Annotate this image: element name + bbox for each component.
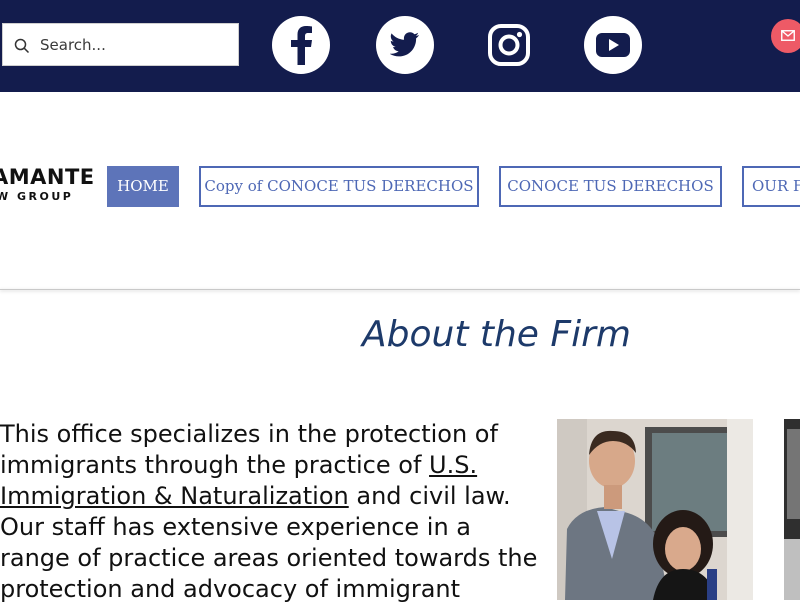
nav-home[interactable]: HOME bbox=[107, 166, 179, 207]
about-paragraph: This office specializes in the protectio… bbox=[0, 419, 540, 605]
nav-conoce-tus-derechos[interactable]: CONOCE TUS DERECHOS bbox=[499, 166, 722, 207]
top-bar bbox=[0, 0, 800, 92]
nav-copy-conoce-tus-derechos[interactable]: Copy of CONOCE TUS DERECHOS bbox=[199, 166, 479, 207]
search-icon bbox=[14, 38, 30, 54]
staff-photo-2-image bbox=[784, 419, 800, 600]
twitter-icon bbox=[390, 32, 419, 57]
search-box[interactable] bbox=[2, 23, 239, 66]
instagram-icon bbox=[488, 24, 530, 66]
staff-photo bbox=[557, 419, 753, 600]
about-text-part1: This office specializes in the protectio… bbox=[0, 420, 498, 479]
nav-our-firm[interactable]: OUR F bbox=[742, 166, 800, 207]
staff-photo-2 bbox=[784, 419, 800, 600]
mail-icon bbox=[781, 30, 795, 41]
twitter-link[interactable] bbox=[376, 16, 434, 74]
search-input[interactable] bbox=[40, 32, 230, 58]
facebook-icon bbox=[291, 26, 312, 65]
mail-button[interactable] bbox=[771, 19, 800, 53]
page-title: About the Firm bbox=[362, 314, 631, 355]
youtube-link[interactable] bbox=[584, 16, 642, 74]
facebook-link[interactable] bbox=[272, 16, 330, 74]
staff-photo-image bbox=[557, 419, 753, 600]
logo-wordmark[interactable]: AMANTE bbox=[0, 165, 95, 189]
header-divider bbox=[0, 289, 800, 290]
logo-subtitle: W GROUP bbox=[0, 190, 74, 203]
instagram-link[interactable] bbox=[480, 16, 538, 74]
youtube-icon bbox=[596, 33, 630, 57]
